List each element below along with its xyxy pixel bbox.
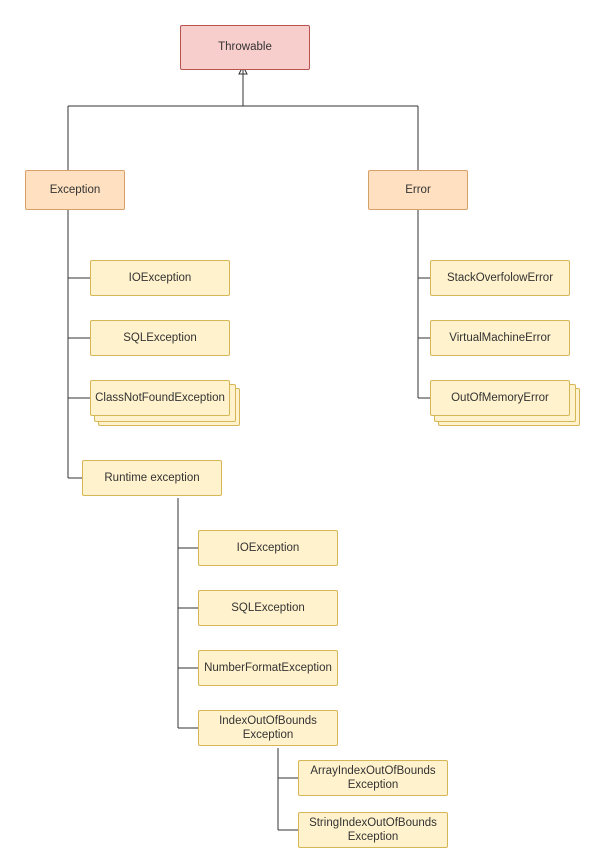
- node-label: NumberFormatException: [204, 661, 332, 675]
- node-arrayoob: ArrayIndexOutOfBounds Exception: [298, 760, 448, 796]
- node-label: Throwable: [218, 40, 272, 54]
- node-stackoverflow: StackOverfolowError: [430, 260, 570, 296]
- node-label: VirtualMachineError: [449, 331, 550, 345]
- node-throwable: Throwable: [180, 25, 310, 70]
- node-ioexception: IOException: [90, 260, 230, 296]
- node-label: SQLException: [231, 601, 305, 615]
- node-label: SQLException: [123, 331, 197, 345]
- node-label: IOException: [129, 271, 192, 285]
- node-sqlexception: SQLException: [90, 320, 230, 356]
- node-runtime: Runtime exception: [82, 460, 222, 496]
- node-exception: Exception: [25, 170, 125, 210]
- node-label: Exception: [50, 183, 101, 197]
- node-label: ClassNotFoundException: [95, 391, 225, 405]
- node-label: Runtime exception: [104, 471, 199, 485]
- node-label: StringIndexOutOfBounds Exception: [303, 816, 443, 845]
- node-classnotfound: ClassNotFoundException: [90, 380, 230, 416]
- node-label: ArrayIndexOutOfBounds Exception: [303, 764, 443, 793]
- node-outofmemory: OutOfMemoryError: [430, 380, 570, 416]
- node-label: StackOverfolowError: [447, 271, 553, 285]
- node-r-ioexception: IOException: [198, 530, 338, 566]
- node-stringoob: StringIndexOutOfBounds Exception: [298, 812, 448, 848]
- node-label: IndexOutOfBounds Exception: [203, 714, 333, 743]
- node-label: Error: [405, 183, 431, 197]
- node-error: Error: [368, 170, 468, 210]
- node-numberformat: NumberFormatException: [198, 650, 338, 686]
- node-virtualmachine: VirtualMachineError: [430, 320, 570, 356]
- node-label: IOException: [237, 541, 300, 555]
- node-label: OutOfMemoryError: [451, 391, 549, 405]
- node-indexoob: IndexOutOfBounds Exception: [198, 710, 338, 746]
- node-r-sqlexception: SQLException: [198, 590, 338, 626]
